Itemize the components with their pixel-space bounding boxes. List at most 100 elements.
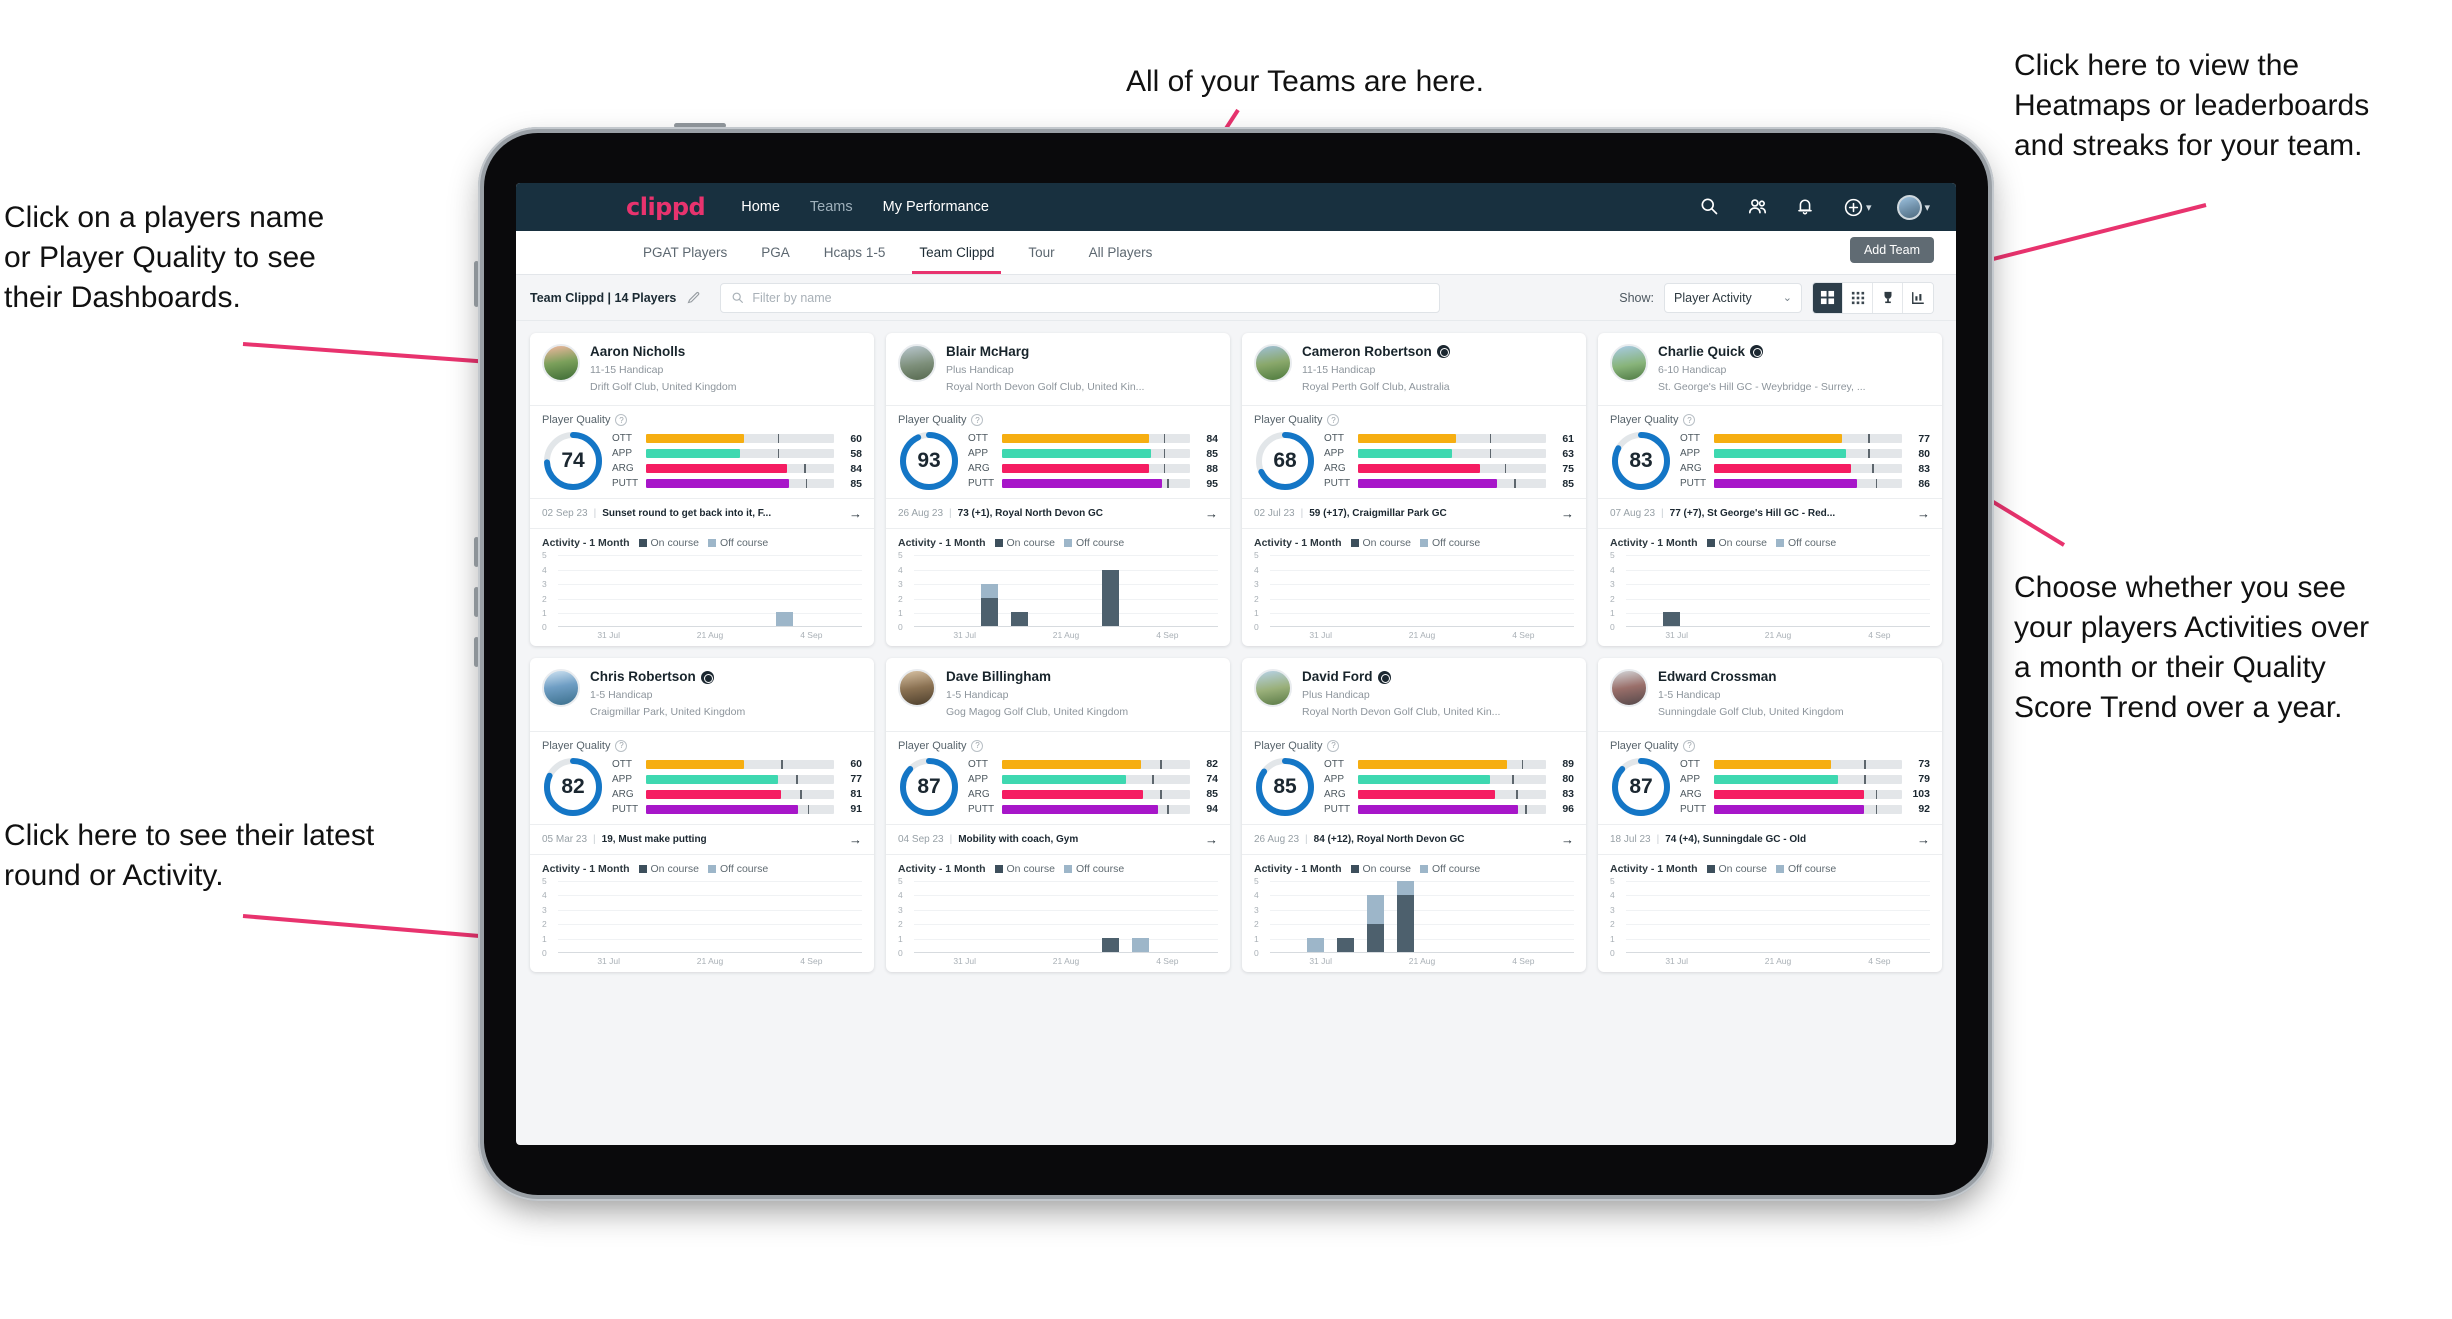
player-card[interactable]: Charlie Quick 6-10 Handicap St. George's… (1598, 333, 1942, 647)
arrow-right-icon[interactable]: → (1199, 506, 1218, 521)
latest-round-row[interactable]: 26 Aug 23 | 84 (+12), Royal North Devon … (1242, 823, 1586, 854)
trophy-icon[interactable] (1873, 282, 1903, 313)
activity-section: Activity - 1 Month On course Off course … (530, 853, 874, 972)
player-name[interactable]: Edward Crossman (1658, 669, 1844, 685)
latest-round-row[interactable]: 07 Aug 23 | 77 (+7), St George's Hill GC… (1598, 498, 1942, 528)
help-icon[interactable]: ? (1683, 414, 1696, 427)
latest-round-row[interactable]: 02 Sep 23 | Sunset round to get back int… (530, 498, 874, 528)
side-button-4 (474, 637, 479, 667)
latest-round-row[interactable]: 04 Sep 23 | Mobility with coach, Gym → (886, 823, 1230, 854)
player-handicap: 1-5 Handicap (590, 689, 653, 701)
tab-tour[interactable]: Tour (1011, 231, 1071, 274)
player-card[interactable]: Chris Robertson 1-5 Handicap Craigmillar… (530, 658, 874, 972)
help-icon[interactable]: ? (971, 739, 984, 752)
tab-all-players[interactable]: All Players (1072, 231, 1170, 274)
show-select[interactable]: Player Activity ⌄ (1664, 282, 1802, 313)
player-name[interactable]: Aaron Nicholls (590, 344, 736, 360)
player-header[interactable]: Chris Robertson 1-5 Handicap Craigmillar… (530, 658, 874, 730)
player-header[interactable]: Dave Billingham 1-5 Handicap Gog Magog G… (886, 658, 1230, 730)
pencil-icon[interactable] (686, 290, 702, 306)
help-icon[interactable]: ? (1327, 414, 1340, 427)
latest-round-row[interactable]: 05 Mar 23 | 19, Must make putting → (530, 823, 874, 854)
tab-hcaps-1-5[interactable]: Hcaps 1-5 (807, 231, 903, 274)
latest-round-row[interactable]: 26 Aug 23 | 73 (+1), Royal North Devon G… (886, 498, 1230, 528)
help-icon[interactable]: ? (971, 414, 984, 427)
player-name[interactable]: Dave Billingham (946, 669, 1128, 685)
grid-view-icon[interactable] (1843, 282, 1873, 313)
player-card[interactable]: Blair McHarg Plus Handicap Royal North D… (886, 333, 1230, 647)
player-card[interactable]: David Ford Plus Handicap Royal North Dev… (1242, 658, 1586, 972)
player-quality-section[interactable]: Player Quality ? 87 OTT 82 APP 74 ARG 85… (886, 730, 1230, 824)
player-quality-section[interactable]: Player Quality ? 87 OTT 73 APP 79 ARG 10… (1598, 730, 1942, 824)
arrow-right-icon[interactable]: → (1911, 832, 1930, 847)
clippd-logo[interactable]: clippd (626, 193, 706, 221)
latest-round-row[interactable]: 02 Jul 23 | 59 (+17), Craigmillar Park G… (1242, 498, 1586, 528)
arrow-right-icon[interactable]: → (1199, 832, 1218, 847)
player-card[interactable]: Dave Billingham 1-5 Handicap Gog Magog G… (886, 658, 1230, 972)
arrow-right-icon[interactable]: → (843, 506, 862, 521)
metric-row: OTT 73 (1680, 758, 1930, 770)
chart-bar-slot (1156, 555, 1186, 626)
chart-y-tick: 1 (1610, 933, 1615, 944)
tab-pgat-players[interactable]: PGAT Players (626, 231, 744, 274)
chart-bar-slot (944, 555, 974, 626)
player-name[interactable]: Charlie Quick (1658, 344, 1866, 360)
player-quality-section[interactable]: Player Quality ? 93 OTT 84 APP 85 ARG 88… (886, 405, 1230, 498)
player-quality-section[interactable]: Player Quality ? 74 OTT 60 APP 58 ARG 84… (530, 405, 874, 498)
player-name[interactable]: Cameron Robertson (1302, 344, 1450, 360)
help-icon[interactable]: ? (615, 414, 628, 427)
player-name[interactable]: Chris Robertson (590, 669, 745, 685)
metric-bar (646, 434, 834, 444)
tab-pga[interactable]: PGA (744, 231, 807, 274)
bell-icon[interactable] (1795, 196, 1817, 218)
chart-x-tick: 31 Jul (953, 955, 976, 966)
people-icon[interactable] (1747, 196, 1769, 218)
plus-circle-icon[interactable]: ▾ (1843, 197, 1871, 218)
search-icon[interactable] (1699, 196, 1721, 218)
arrow-right-icon[interactable]: → (1911, 506, 1930, 521)
player-header[interactable]: Cameron Robertson 11-15 Handicap Royal P… (1242, 333, 1586, 405)
help-icon[interactable]: ? (1327, 739, 1340, 752)
annotation-heatmaps: Click here to view the Heatmaps or leade… (2014, 49, 2370, 162)
activity-header: Activity - 1 Month On course Off course (542, 537, 862, 549)
player-card[interactable]: Cameron Robertson 11-15 Handicap Royal P… (1242, 333, 1586, 647)
latest-round-row[interactable]: 18 Jul 23 | 74 (+4), Sunningdale GC - Ol… (1598, 823, 1942, 854)
arrow-right-icon[interactable]: → (1555, 832, 1574, 847)
player-name[interactable]: David Ford (1302, 669, 1500, 685)
player-header[interactable]: Charlie Quick 6-10 Handicap St. George's… (1598, 333, 1942, 405)
player-card[interactable]: Edward Crossman 1-5 Handicap Sunningdale… (1598, 658, 1942, 972)
player-header[interactable]: Blair McHarg Plus Handicap Royal North D… (886, 333, 1230, 405)
search-placeholder: Filter by name (752, 290, 832, 305)
nav-link-teams[interactable]: Teams (810, 199, 853, 215)
arrow-right-icon[interactable]: → (1555, 506, 1574, 521)
chart-x-tick: 4 Sep (1868, 630, 1891, 641)
arrow-right-icon[interactable]: → (843, 832, 862, 847)
player-quality-section[interactable]: Player Quality ? 82 OTT 60 APP 77 ARG 81… (530, 730, 874, 824)
help-icon[interactable]: ? (1683, 739, 1696, 752)
avatar[interactable]: ▾ (1897, 194, 1930, 220)
player-quality-section[interactable]: Player Quality ? 85 OTT 89 APP 80 ARG 83… (1242, 730, 1586, 824)
add-team-button[interactable]: Add Team (1849, 237, 1934, 263)
legend-off-course: Off course (1419, 537, 1480, 549)
player-name[interactable]: Blair McHarg (946, 344, 1144, 360)
nav-link-home[interactable]: Home (741, 199, 780, 215)
streak-icon[interactable] (1903, 282, 1933, 313)
player-header[interactable]: Edward Crossman 1-5 Handicap Sunningdale… (1598, 658, 1942, 730)
activity-header: Activity - 1 Month On course Off course (1610, 863, 1930, 875)
chart-bar-slot (649, 555, 679, 626)
chart-x-tick: 21 Aug (1764, 955, 1792, 966)
search-input[interactable]: Filter by name (720, 282, 1441, 313)
tab-team-clippd[interactable]: Team Clippd (902, 231, 1011, 274)
metric-value: 83 (1562, 788, 1574, 801)
player-header[interactable]: David Ford Plus Handicap Royal North Dev… (1242, 658, 1586, 730)
player-card[interactable]: Aaron Nicholls 11-15 Handicap Drift Golf… (530, 333, 874, 647)
player-quality-title: Player Quality ? (898, 739, 1218, 752)
chart-x-axis: 31 Jul 21 Aug 4 Sep (542, 956, 862, 966)
help-icon[interactable]: ? (615, 739, 628, 752)
player-quality-section[interactable]: Player Quality ? 83 OTT 77 APP 80 ARG 83… (1598, 405, 1942, 498)
nav-link-my-performance[interactable]: My Performance (883, 199, 989, 215)
card-view-icon[interactable] (1813, 282, 1843, 313)
metric-row: PUTT 94 (968, 803, 1218, 815)
player-header[interactable]: Aaron Nicholls 11-15 Handicap Drift Golf… (530, 333, 874, 405)
player-quality-section[interactable]: Player Quality ? 68 OTT 61 APP 63 ARG 75… (1242, 405, 1586, 498)
